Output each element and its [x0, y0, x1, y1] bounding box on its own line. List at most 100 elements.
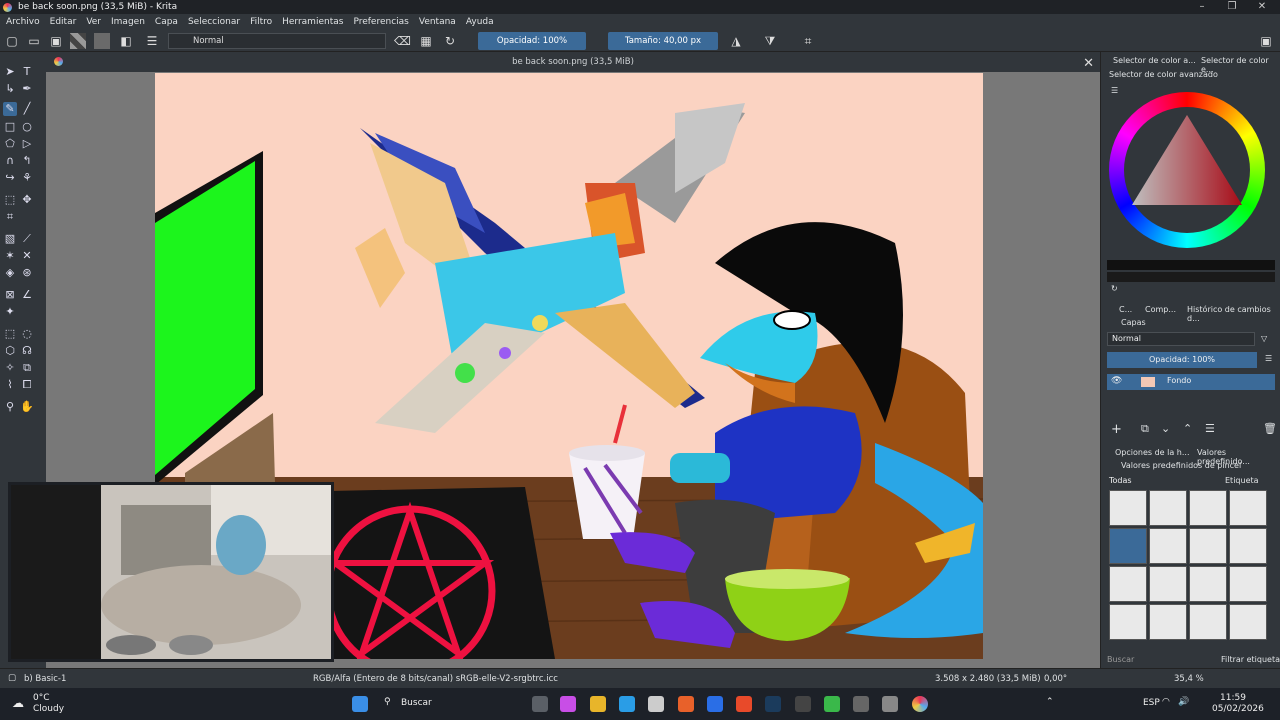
- bezier-curve-icon[interactable]: ↰: [20, 154, 34, 168]
- menu-filtro[interactable]: Filtro: [250, 17, 272, 27]
- word-icon[interactable]: [648, 696, 664, 712]
- brush-settings-icon[interactable]: ☰: [144, 33, 160, 49]
- new-document-icon[interactable]: ▢: [4, 33, 20, 49]
- workspace-icon[interactable]: ▣: [1258, 33, 1274, 49]
- menu-ayuda[interactable]: Ayuda: [466, 17, 494, 27]
- move-layer-up-icon[interactable]: ⌃: [1183, 422, 1192, 435]
- tab-color-selector-advanced[interactable]: Selector de color a...: [1113, 56, 1196, 65]
- edge-icon[interactable]: [619, 696, 635, 712]
- refresh-icon[interactable]: ↻: [1111, 284, 1118, 293]
- delete-layer-icon[interactable]: 🗑: [1263, 422, 1277, 435]
- copilot-icon[interactable]: [560, 696, 576, 712]
- tab-brush-options[interactable]: Opciones de la h...: [1115, 448, 1190, 457]
- rotation-value[interactable]: 0,00°: [1044, 674, 1067, 684]
- krita-taskbar-icon[interactable]: [912, 696, 928, 712]
- crop-tool-icon[interactable]: ⌗: [3, 210, 17, 224]
- menu-preferencias[interactable]: Preferencias: [353, 17, 408, 27]
- layer-row-fondo[interactable]: 👁 Fondo: [1107, 374, 1275, 390]
- polyline-tool-icon[interactable]: ▷: [20, 137, 34, 151]
- line-tool-icon[interactable]: ╱: [20, 102, 34, 116]
- mirror-vertical-icon[interactable]: ⧩: [762, 33, 778, 49]
- reload-preset-icon[interactable]: ↻: [442, 33, 458, 49]
- close-button[interactable]: ✕: [1246, 0, 1278, 14]
- ellipse-tool-icon[interactable]: ○: [20, 120, 34, 134]
- fill-tool-icon[interactable]: ◈: [3, 266, 17, 280]
- taskbar-search[interactable]: Buscar: [401, 698, 432, 708]
- tab-history[interactable]: Histórico de cambios d...: [1187, 305, 1280, 323]
- close-document-icon[interactable]: ✕: [1083, 54, 1094, 74]
- zoom-level[interactable]: 35,4 %: [1174, 674, 1204, 684]
- zoom-tool-icon[interactable]: ⚲: [3, 400, 17, 414]
- add-layer-icon[interactable]: +: [1111, 422, 1122, 437]
- smart-patch-icon[interactable]: ✶: [3, 249, 17, 263]
- text-tool-icon[interactable]: T: [20, 65, 34, 79]
- wifi-icon[interactable]: ◠: [1162, 697, 1170, 707]
- visibility-eye-icon[interactable]: 👁: [1111, 376, 1122, 386]
- assistant-icon[interactable]: ⊠: [3, 288, 17, 302]
- tab-c[interactable]: C...: [1119, 305, 1132, 314]
- tab-comp[interactable]: Comp...: [1145, 305, 1176, 314]
- bezier-select-icon[interactable]: ⌇: [3, 378, 17, 392]
- reference-tool-icon[interactable]: ✦: [3, 305, 17, 319]
- menu-capa[interactable]: Capa: [155, 17, 178, 27]
- freehand-brush-icon[interactable]: ✎: [3, 102, 17, 116]
- move-tool-icon[interactable]: ✥: [20, 193, 34, 207]
- task-view-icon[interactable]: [532, 696, 548, 712]
- maximize-button[interactable]: ❐: [1216, 0, 1248, 14]
- rectangle-tool-icon[interactable]: □: [3, 120, 17, 134]
- menu-editar[interactable]: Editar: [50, 17, 77, 27]
- weather-desc[interactable]: Cloudy: [33, 704, 64, 714]
- preset-search-input[interactable]: Buscar: [1107, 655, 1207, 667]
- gradient-pattern-icon[interactable]: [70, 33, 86, 49]
- layer-properties-icon[interactable]: ☰: [1205, 422, 1215, 435]
- magnetic-select-icon[interactable]: ⧠: [20, 378, 34, 392]
- preset-filter-select[interactable]: Todas: [1107, 474, 1201, 488]
- file-explorer-icon[interactable]: [590, 696, 606, 712]
- minecraft-icon[interactable]: [824, 696, 840, 712]
- color-settings-icon[interactable]: ☰: [1111, 86, 1118, 95]
- firefox-icon[interactable]: [678, 696, 694, 712]
- menu-archivo[interactable]: Archivo: [6, 17, 40, 27]
- ellipse-select-icon[interactable]: ◌: [20, 327, 34, 341]
- minimize-button[interactable]: –: [1186, 0, 1218, 14]
- tray-chevron-icon[interactable]: ⌃: [1046, 697, 1054, 707]
- opacity-slider[interactable]: Opacidad: 100%: [478, 32, 586, 50]
- color-picker-icon[interactable]: ⟋: [20, 232, 34, 246]
- pattern-swatch-icon[interactable]: [94, 33, 110, 49]
- obs-icon[interactable]: [795, 696, 811, 712]
- chrome-icon[interactable]: [736, 696, 752, 712]
- color-history-strip[interactable]: [1107, 260, 1275, 270]
- transform-tool-icon[interactable]: ⬚: [3, 193, 17, 207]
- edit-shape-icon[interactable]: ↳: [3, 82, 17, 96]
- filter-icon[interactable]: ▽: [1261, 334, 1267, 343]
- move-layer-down-icon[interactable]: ⌄: [1161, 422, 1170, 435]
- layer-blend-mode[interactable]: Normal: [1107, 332, 1255, 346]
- color-wheel[interactable]: [1109, 92, 1265, 248]
- clock-time[interactable]: 11:59: [1220, 693, 1246, 703]
- enclose-fill-icon[interactable]: ⊛: [20, 266, 34, 280]
- fg-bg-color-icon[interactable]: ◧: [118, 33, 134, 49]
- alpha-lock-icon[interactable]: ▦: [418, 33, 434, 49]
- weather-icon[interactable]: ☁: [12, 696, 24, 710]
- save-icon[interactable]: ▣: [48, 33, 64, 49]
- input-language[interactable]: ESP: [1143, 698, 1160, 708]
- menu-herramientas[interactable]: Herramientas: [282, 17, 343, 27]
- clock-date[interactable]: 05/02/2026: [1212, 704, 1264, 714]
- contiguous-select-icon[interactable]: ✧: [3, 361, 17, 375]
- freehand-select-icon[interactable]: ☊: [20, 344, 34, 358]
- menu-ventana[interactable]: Ventana: [419, 17, 456, 27]
- search-icon[interactable]: ⚲: [384, 697, 391, 707]
- app-icon[interactable]: [853, 696, 869, 712]
- menu-ver[interactable]: Ver: [86, 17, 101, 27]
- duplicate-layer-icon[interactable]: ⧉: [1141, 422, 1149, 436]
- volume-icon[interactable]: 🔊: [1178, 697, 1189, 707]
- dynamic-brush-icon[interactable]: ↪: [3, 171, 17, 185]
- gradient-tool-icon[interactable]: ▧: [3, 232, 17, 246]
- polygon-tool-icon[interactable]: ⬠: [3, 137, 17, 151]
- similar-select-icon[interactable]: ⧉: [20, 361, 34, 375]
- color-shade-strip[interactable]: [1107, 272, 1275, 282]
- layer-menu-icon[interactable]: ☰: [1265, 354, 1272, 363]
- layer-opacity-slider[interactable]: Opacidad: 100%: [1107, 352, 1257, 368]
- document-tab[interactable]: be back soon.png (33,5 MiB) ✕: [46, 52, 1100, 72]
- settings-icon[interactable]: [882, 696, 898, 712]
